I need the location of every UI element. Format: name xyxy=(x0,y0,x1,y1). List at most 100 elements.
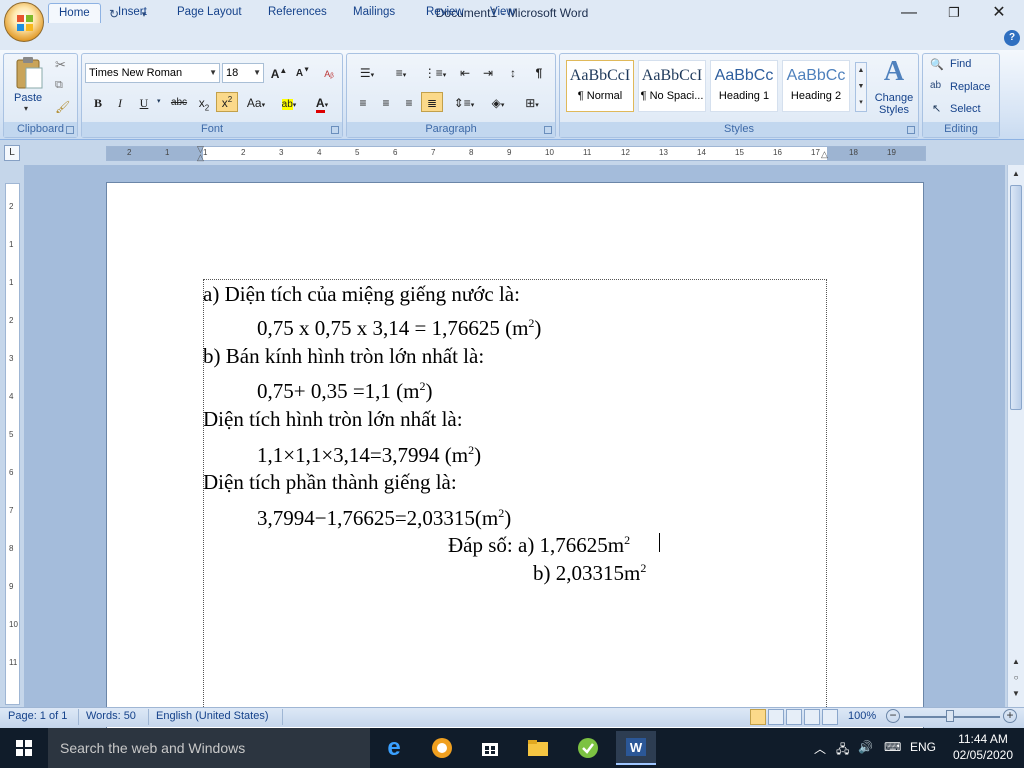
select-button[interactable]: Select xyxy=(950,103,981,115)
word-taskbar-icon[interactable]: W xyxy=(616,731,656,765)
select-icon[interactable]: ↖ xyxy=(932,102,941,115)
windows-start-icon[interactable] xyxy=(0,728,48,768)
font-color-icon[interactable]: A▾ xyxy=(307,92,337,113)
show-hidden-icons-icon[interactable]: ︿ xyxy=(814,740,826,757)
network-icon[interactable]: 🖧 xyxy=(836,740,849,761)
bold-icon[interactable]: B xyxy=(87,92,109,112)
doc-line[interactable]: 3,7994−1,76625=2,03315(m2) xyxy=(257,506,511,531)
doc-line[interactable]: b) Bán kính hình tròn lớn nhất là: xyxy=(203,344,484,369)
answer-line[interactable]: b) 2,03315m2 xyxy=(533,561,646,586)
align-left-icon[interactable]: ≡ xyxy=(352,92,374,112)
paste-icon[interactable] xyxy=(12,56,46,92)
browse-object-icon[interactable]: ○ xyxy=(1010,671,1022,685)
bullets-icon[interactable]: ☰▾ xyxy=(352,62,382,82)
close-button[interactable]: ✕ xyxy=(976,0,1022,28)
left-indent-marker[interactable]: △ xyxy=(197,152,204,163)
zoom-in-icon[interactable]: + xyxy=(1003,709,1017,723)
font-size-dropdown-icon[interactable]: ▼ xyxy=(253,64,261,82)
italic-icon[interactable]: I xyxy=(109,92,131,112)
scroll-down-page-icon[interactable]: ▼ xyxy=(1010,687,1022,701)
doc-line[interactable]: a) Diện tích của miệng giếng nước là: xyxy=(203,282,520,307)
doc-line[interactable]: Diện tích hình tròn lớn nhất là: xyxy=(203,407,463,432)
line-spacing-icon[interactable]: ⇕≡▾ xyxy=(449,92,479,112)
tab-insert[interactable]: Insert xyxy=(108,3,157,23)
vertical-ruler[interactable]: 2 1 1 2 3 4 5 6 7 8 9 10 11 xyxy=(5,183,20,705)
word-count[interactable]: Words: 50 xyxy=(86,710,136,722)
font-size-combo[interactable]: 18 ▼ xyxy=(222,63,264,83)
underline-icon[interactable]: U xyxy=(133,92,155,112)
tab-references[interactable]: References xyxy=(258,3,337,23)
highlight-icon[interactable]: ab▾ xyxy=(274,92,304,112)
increase-indent-icon[interactable]: ⇥ xyxy=(477,62,499,82)
tab-view[interactable]: View xyxy=(480,3,525,23)
align-center-icon[interactable]: ≡ xyxy=(375,92,397,112)
shrink-font-icon[interactable]: A▼ xyxy=(292,63,314,83)
justify-icon[interactable]: ≣ xyxy=(421,92,443,112)
style-normal[interactable]: AaBbCcI ¶ Normal xyxy=(566,60,634,112)
full-screen-reading-view-icon[interactable] xyxy=(768,709,784,725)
styles-gallery-scroll[interactable]: ▲ ▼ ▾ xyxy=(855,62,867,112)
input-language[interactable]: ENG xyxy=(910,740,936,754)
subscript-icon[interactable]: x2 xyxy=(193,92,215,112)
maximize-button[interactable]: ❐ xyxy=(931,0,977,28)
cut-icon[interactable]: ✂ xyxy=(55,57,66,73)
scroll-up-page-icon[interactable]: ▲ xyxy=(1010,655,1022,669)
paste-dropdown-icon[interactable]: ▾ xyxy=(24,104,28,113)
zoom-level[interactable]: 100% xyxy=(848,710,876,722)
tab-selector-icon[interactable]: L xyxy=(4,145,20,161)
tab-home[interactable]: Home xyxy=(48,3,101,23)
page-count[interactable]: Page: 1 of 1 xyxy=(8,710,67,722)
numbering-icon[interactable]: ≡▾ xyxy=(386,62,416,82)
browser-icon[interactable] xyxy=(422,731,462,765)
grow-font-icon[interactable]: A▲ xyxy=(268,63,290,83)
clock-date[interactable]: 02/05/2020 xyxy=(950,748,1016,762)
clipboard-launcher-icon[interactable] xyxy=(66,126,74,134)
office-button[interactable] xyxy=(4,2,44,42)
minimize-button[interactable]: — xyxy=(886,0,932,28)
tab-review[interactable]: Review xyxy=(416,3,474,23)
answer-line[interactable]: Đáp số: a) 1,76625m2 xyxy=(448,533,630,558)
store-icon[interactable] xyxy=(470,731,510,765)
edge-icon[interactable]: e xyxy=(374,731,414,765)
find-icon[interactable]: 🔍 xyxy=(930,58,944,71)
superscript-icon[interactable]: x2 xyxy=(216,92,238,112)
help-icon[interactable]: ? xyxy=(1004,30,1020,46)
sort-icon[interactable]: ↕ xyxy=(502,62,524,82)
font-name-dropdown-icon[interactable]: ▼ xyxy=(209,64,217,82)
paragraph-launcher-icon[interactable] xyxy=(544,126,552,134)
doc-line[interactable]: 0,75 x 0,75 x 3,14 = 1,76625 (m2) xyxy=(257,316,541,341)
volume-icon[interactable]: 🔊 xyxy=(858,740,873,754)
style-no-spacing[interactable]: AaBbCcI ¶ No Spaci... xyxy=(638,60,706,112)
scroll-thumb[interactable] xyxy=(1010,185,1022,410)
print-layout-view-icon[interactable] xyxy=(750,709,766,725)
paste-button-label[interactable]: Paste xyxy=(14,92,42,104)
change-styles-icon[interactable]: A xyxy=(874,56,914,92)
font-name-combo[interactable]: Times New Roman ▼ xyxy=(85,63,220,83)
doc-line[interactable]: 0,75+ 0,35 =1,1 (m2) xyxy=(257,379,433,404)
align-right-icon[interactable]: ≡ xyxy=(398,92,420,112)
change-case-icon[interactable]: Aa▾ xyxy=(242,92,270,112)
right-indent-marker[interactable]: △ xyxy=(821,149,828,160)
replace-icon[interactable]: ab xyxy=(930,80,941,91)
tab-page-layout[interactable]: Page Layout xyxy=(167,3,252,23)
vertical-scrollbar[interactable]: ▲ ▲ ○ ▼ xyxy=(1007,165,1024,707)
multilevel-list-icon[interactable]: ⋮≡▾ xyxy=(420,62,450,82)
app-icon[interactable] xyxy=(568,731,608,765)
find-button[interactable]: Find xyxy=(950,58,971,70)
draft-view-icon[interactable] xyxy=(822,709,838,725)
keyboard-icon[interactable]: ⌨ xyxy=(884,740,901,754)
file-explorer-icon[interactable] xyxy=(518,731,558,765)
underline-dropdown-icon[interactable]: ▾ xyxy=(157,97,161,105)
tab-mailings[interactable]: Mailings xyxy=(343,3,405,23)
format-painter-icon[interactable]: 🖌 xyxy=(55,100,70,114)
scroll-up-icon[interactable]: ▲ xyxy=(1010,167,1022,181)
shading-icon[interactable]: ◈▾ xyxy=(483,92,513,112)
web-layout-view-icon[interactable] xyxy=(786,709,802,725)
outline-view-icon[interactable] xyxy=(804,709,820,725)
zoom-out-icon[interactable]: − xyxy=(886,709,900,723)
language-status[interactable]: English (United States) xyxy=(156,710,269,722)
borders-icon[interactable]: ⊞▾ xyxy=(517,92,547,112)
replace-button[interactable]: Replace xyxy=(950,81,990,93)
doc-line[interactable]: 1,1×1,1×3,14=3,7994 (m2) xyxy=(257,443,481,468)
doc-line[interactable]: Diện tích phần thành giếng là: xyxy=(203,470,457,495)
